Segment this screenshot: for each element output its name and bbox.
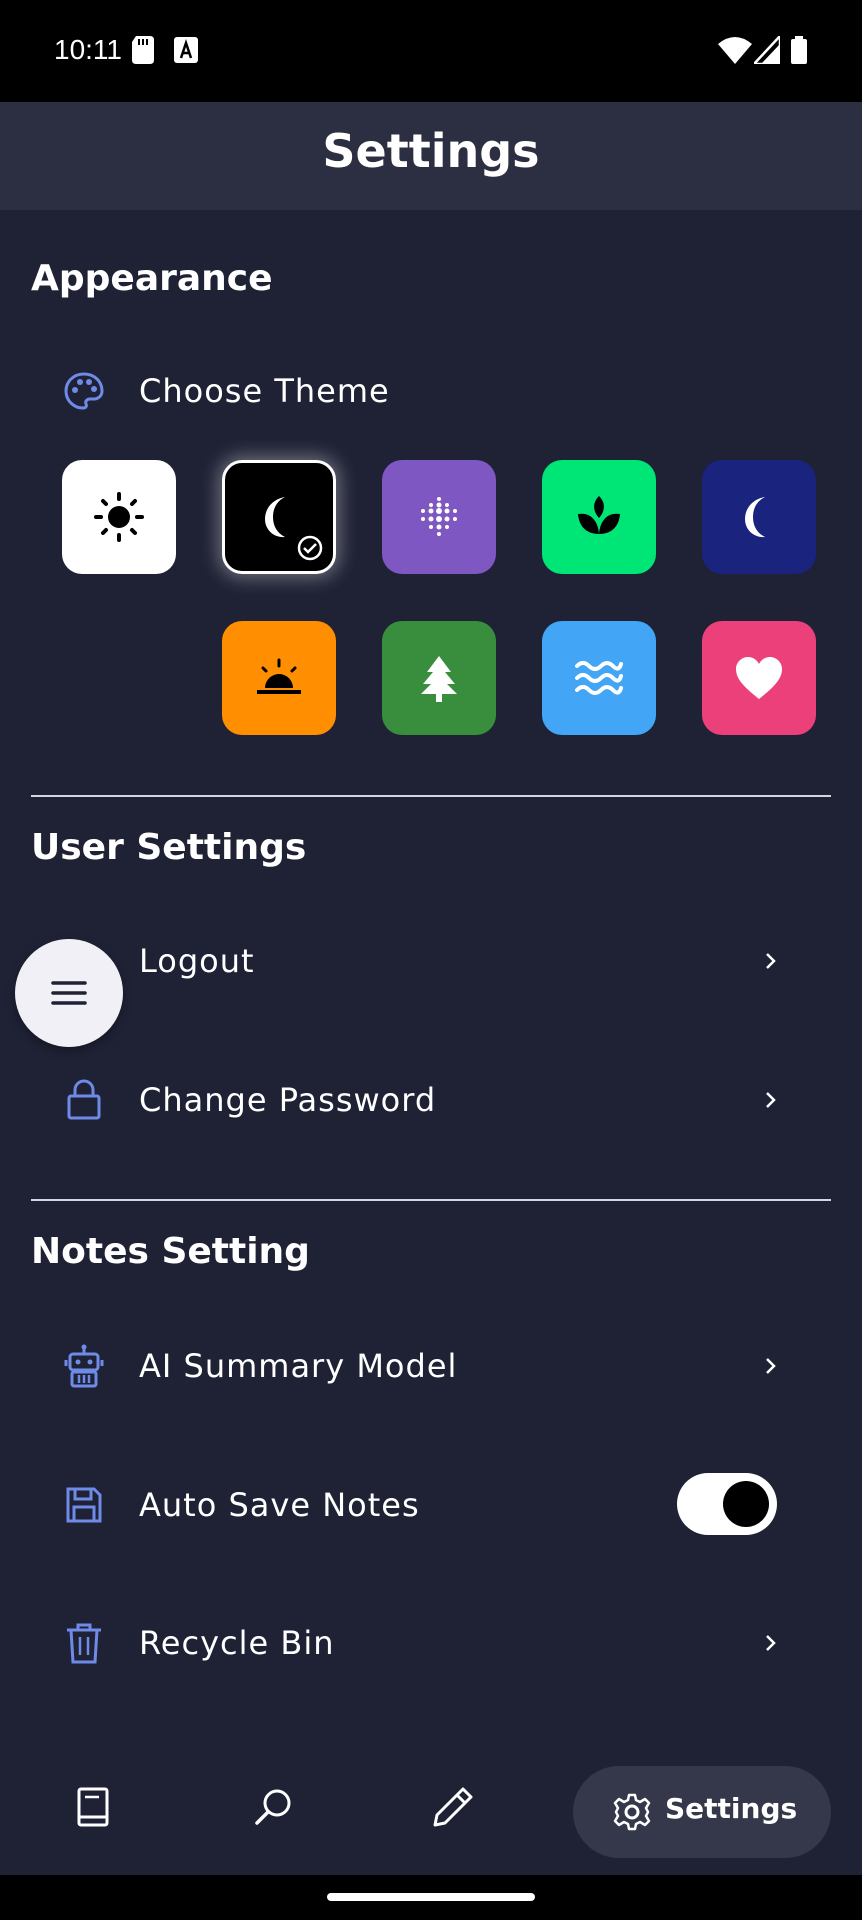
theme-pink-button[interactable] [702, 621, 816, 735]
section-title-notes-setting: Notes Setting [31, 1231, 310, 1272]
theme-light-button[interactable] [62, 460, 176, 574]
home-indicator[interactable] [327, 1893, 535, 1901]
change-password-item[interactable]: Change Password [139, 1081, 436, 1119]
chevron-right-icon[interactable] [758, 1088, 782, 1112]
tree-icon [421, 656, 457, 702]
chevron-right-icon[interactable] [758, 1354, 782, 1378]
theme-navy-button[interactable] [702, 460, 816, 574]
recycle-bin-item[interactable]: Recycle Bin [139, 1624, 334, 1662]
section-title-appearance: Appearance [31, 258, 273, 299]
choose-theme-label: Choose Theme [139, 372, 390, 410]
signal-icon [754, 36, 780, 64]
auto-save-toggle[interactable] [677, 1473, 777, 1535]
palette-icon [64, 372, 104, 410]
status-time: 10:11 [54, 34, 122, 65]
gear-icon [613, 1793, 651, 1831]
theme-orange-button[interactable] [222, 621, 336, 735]
ai-summary-model-item[interactable]: AI Summary Model [139, 1347, 457, 1385]
dots-icon [421, 497, 457, 536]
divider [31, 795, 831, 797]
keyboard-app-icon [174, 37, 198, 63]
theme-ocean-button[interactable] [542, 621, 656, 735]
menu-icon [51, 981, 87, 1005]
nav-settings-label: Settings [665, 1792, 798, 1825]
page-title: Settings [322, 124, 540, 178]
theme-green-button[interactable] [542, 460, 656, 574]
lock-icon [67, 1079, 101, 1120]
robot-icon [64, 1344, 104, 1388]
theme-dark-button[interactable] [222, 460, 336, 574]
search-icon[interactable] [249, 1783, 297, 1831]
waves-icon [575, 661, 623, 695]
heart-icon [736, 657, 782, 699]
moon-icon [265, 497, 285, 538]
theme-forest-button[interactable] [382, 621, 496, 735]
toggle-knob [723, 1481, 769, 1527]
menu-fab-button[interactable] [15, 939, 123, 1047]
sd-card-icon [132, 36, 154, 64]
logout-item[interactable]: Logout [139, 942, 255, 980]
auto-save-notes-label: Auto Save Notes [139, 1486, 420, 1524]
pencil-icon[interactable] [429, 1783, 477, 1831]
chevron-right-icon[interactable] [758, 1631, 782, 1655]
divider [31, 1199, 831, 1201]
battery-icon [791, 36, 807, 64]
notebook-icon[interactable] [69, 1783, 117, 1831]
trash-icon [67, 1623, 101, 1664]
theme-purple-button[interactable] [382, 460, 496, 574]
leaf-icon [578, 496, 620, 534]
save-icon [66, 1487, 102, 1523]
chevron-right-icon[interactable] [758, 949, 782, 973]
sunset-icon [257, 658, 301, 694]
wifi-icon [718, 37, 752, 64]
check-circle-icon [297, 535, 323, 561]
section-title-user-settings: User Settings [31, 827, 307, 868]
sun-icon [94, 492, 144, 542]
moon-icon [745, 497, 765, 538]
